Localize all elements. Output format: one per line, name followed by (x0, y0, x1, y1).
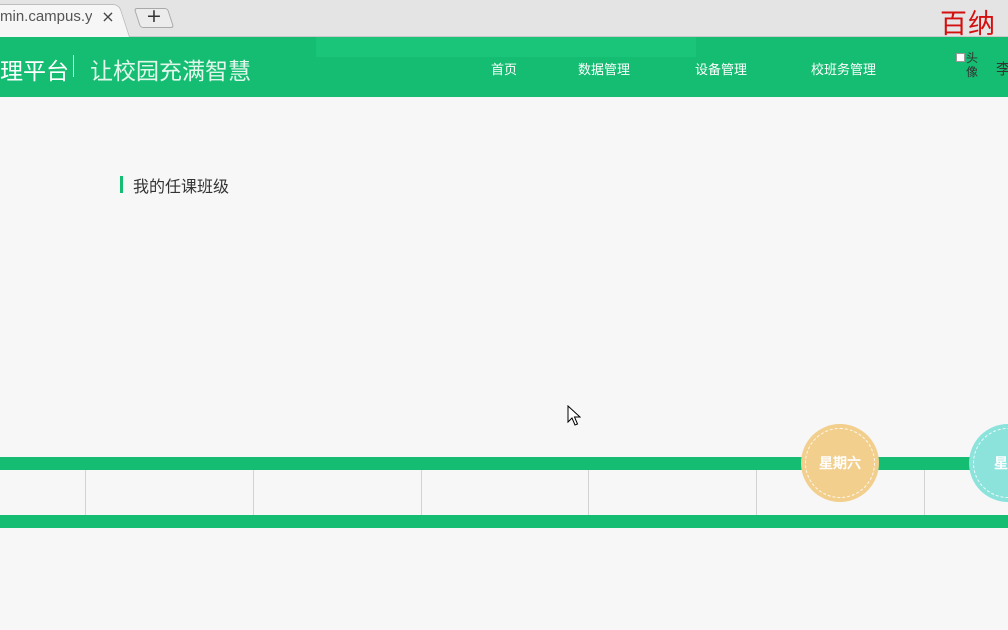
week-cell-divider (588, 470, 589, 515)
day-label: 星期 (994, 456, 1008, 472)
nav-school-class-management[interactable]: 校班务管理 (811, 59, 876, 78)
user-name[interactable]: 李 (996, 58, 1008, 79)
day-badge-saturday[interactable]: 星期六 (801, 424, 879, 502)
week-strip-bottom-bar (0, 515, 1008, 528)
header-highlight (316, 37, 696, 57)
week-cell-divider (85, 470, 86, 515)
plus-icon[interactable]: + (146, 6, 162, 26)
close-tab-icon[interactable]: × (99, 8, 117, 26)
site-header: 理平台 让校园充满智慧 首页 数据管理 设备管理 校班务管理 头像 李 (0, 37, 1008, 97)
broken-image-icon (956, 53, 965, 62)
title-divider (73, 55, 74, 77)
platform-slogan: 让校园充满智慧 (90, 59, 251, 85)
week-cell-divider (924, 470, 925, 515)
day-badge-sunday[interactable]: 星期 (969, 424, 1008, 502)
avatar-alt-text: 头像 (966, 51, 979, 79)
week-cell-divider (421, 470, 422, 515)
week-cell-divider (253, 470, 254, 515)
section-title: 我的任课班级 (133, 177, 230, 196)
avatar[interactable]: 头像 (956, 51, 986, 87)
day-label: 星期六 (819, 456, 861, 472)
week-cell-divider (756, 470, 757, 515)
nav-data-management[interactable]: 数据管理 (578, 59, 630, 78)
nav-device-management[interactable]: 设备管理 (695, 59, 747, 78)
nav-home[interactable]: 首页 (491, 59, 517, 78)
platform-title: 理平台 (0, 59, 69, 85)
section-accent-bar (120, 176, 123, 193)
mouse-cursor-icon (567, 405, 581, 426)
watermark-text: 百纳 (940, 9, 996, 40)
tab-title[interactable]: min.campus.y (0, 8, 92, 25)
browser-tab-bar: min.campus.y × + 百纳 (0, 0, 1008, 40)
